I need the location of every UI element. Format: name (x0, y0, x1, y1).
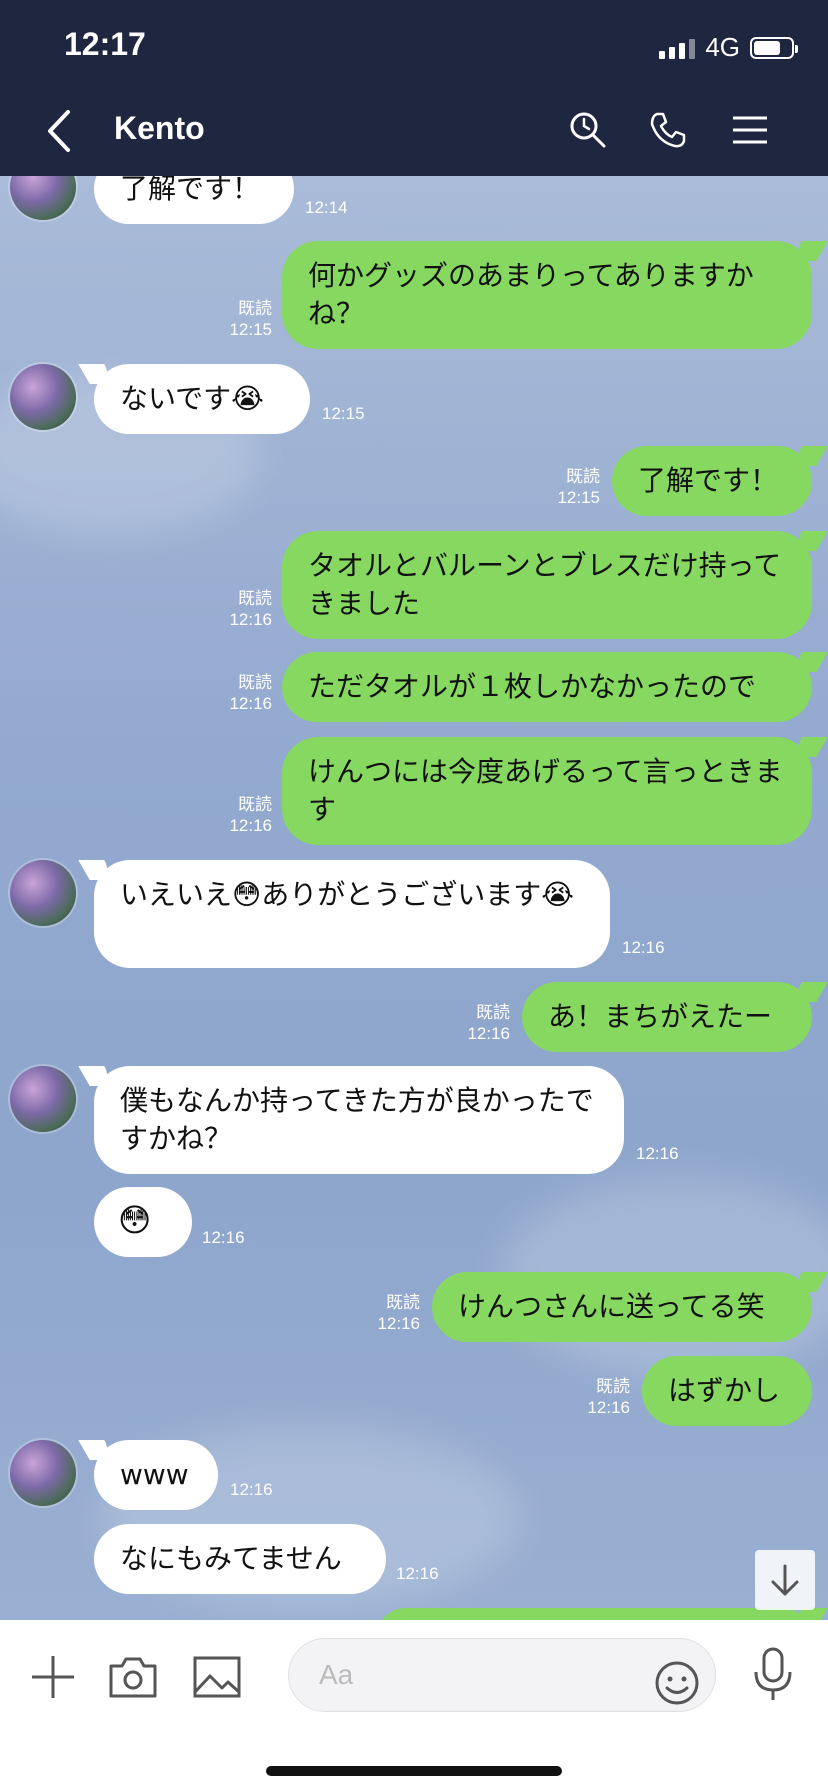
message-bubble-outgoing[interactable]: あ！まちがえたー (522, 982, 812, 1052)
message-time: 12:15 (557, 488, 600, 507)
message-meta: 既読 12:16 (377, 1292, 420, 1334)
message-bubble-outgoing[interactable]: はずかし (642, 1356, 812, 1426)
message-bubble-incoming[interactable]: 僕もなんか持ってきた方が良かったですかね？ (94, 1066, 624, 1174)
input-bar: Aa (0, 1620, 828, 1792)
message-meta: 既読 12:15 (557, 466, 600, 508)
avatar[interactable] (10, 1066, 76, 1132)
read-receipt: 既読 (238, 795, 272, 814)
message-bubble-incoming[interactable]: 了解です！ (94, 176, 294, 224)
camera-icon[interactable] (108, 1652, 158, 1702)
read-receipt: 既読 (238, 589, 272, 608)
signal-icon (659, 37, 696, 59)
network-type: 4G (705, 32, 740, 62)
avatar[interactable] (10, 1440, 76, 1506)
back-icon[interactable] (44, 108, 72, 154)
message-bubble-outgoing[interactable]: タオルとバルーンとブレスだけ持ってきました (282, 531, 812, 639)
chat-area[interactable]: 了解です！ 12:14 既読 12:15 何かグッズのあまりってありますかね？ な… (0, 176, 828, 1620)
message-text: www (120, 1458, 189, 1491)
message-bubble-outgoing[interactable]: けんつさんに送ってる笑 (432, 1272, 812, 1342)
message-bubble-outgoing[interactable]: 何かグッズのあまりってありますかね？ (282, 241, 812, 349)
chat-title: Kento (114, 110, 205, 146)
message-text: 😳 (118, 1201, 152, 1239)
message-bubble-incoming[interactable]: なにもみてません (94, 1524, 386, 1594)
message-time: 12:16 (622, 938, 665, 957)
message-time: 12:16 (229, 816, 272, 835)
message-text: けんつさんに送ってる笑 (458, 1290, 765, 1323)
message-time: 12:16 (396, 1564, 439, 1583)
image-icon[interactable] (192, 1652, 242, 1702)
message-text: けんつには今度あげるって言っときます (308, 755, 783, 826)
message-text: いえいえ😳ありがとうございます😭 (120, 878, 574, 911)
home-indicator (266, 1766, 562, 1776)
message-text: 了解です！ (638, 464, 779, 497)
message-time: 12:16 (636, 1144, 679, 1163)
message-text: ないです😭 (120, 382, 264, 415)
message-text: 僕もなんか持ってきた方が良かったですかね？ (120, 1084, 594, 1155)
message-bubble-outgoing[interactable]: けんつには今度あげるって言っときます (282, 737, 812, 845)
search-icon[interactable] (568, 110, 608, 150)
message-time: 12:16 (587, 1398, 630, 1417)
message-meta: 既読 12:16 (587, 1376, 630, 1418)
read-receipt: 既読 (566, 467, 600, 486)
chat-header: 12:17 4G Kento (0, 0, 828, 176)
read-receipt: 既読 (476, 1003, 510, 1022)
message-text: なにもみてません (120, 1542, 342, 1575)
read-receipt: 既読 (596, 1377, 630, 1396)
message-text: タオルとバルーンとブレスだけ持ってきました (308, 549, 782, 620)
message-bubble-outgoing[interactable]: ただタオルが１枚しかなかったので (282, 652, 812, 722)
message-text: 了解です！ (120, 176, 261, 205)
message-meta: 既読 12:16 (229, 794, 272, 836)
message-time: 12:16 (229, 694, 272, 713)
status-indicators: 4G (659, 32, 798, 63)
message-time: 12:15 (229, 320, 272, 339)
plus-icon[interactable] (28, 1652, 78, 1702)
read-receipt: 既読 (238, 673, 272, 692)
status-time: 12:17 (64, 26, 146, 62)
avatar[interactable] (10, 364, 76, 430)
avatar[interactable] (10, 176, 76, 220)
read-receipt: 既読 (386, 1293, 420, 1312)
message-bubble-incoming[interactable]: いえいえ😳ありがとうございます😭 (94, 860, 610, 968)
message-bubble-outgoing[interactable]: 了解です！ (612, 446, 812, 516)
scroll-to-bottom-button[interactable] (755, 1550, 815, 1610)
message-text: はずかし (668, 1374, 781, 1407)
message-bubble-incoming[interactable]: 😳 (94, 1187, 192, 1257)
message-meta: 既読 12:16 (229, 672, 272, 714)
message-time: 12:16 (202, 1228, 245, 1247)
message-bubble-outgoing[interactable] (376, 1608, 812, 1620)
message-bubble-incoming[interactable]: www (94, 1440, 218, 1510)
message-text: ただタオルが１枚しかなかったので (308, 670, 757, 703)
scroll-down-icon (771, 1564, 799, 1596)
message-time: 12:16 (467, 1024, 510, 1043)
message-text: 何かグッズのあまりってありますかね？ (308, 259, 754, 330)
emoji-icon[interactable] (654, 1660, 700, 1706)
read-receipt: 既読 (238, 299, 272, 318)
microphone-icon[interactable] (750, 1646, 796, 1702)
message-input[interactable]: Aa (288, 1638, 716, 1712)
message-time: 12:14 (305, 198, 348, 217)
message-time: 12:15 (322, 404, 365, 423)
message-bubble-incoming[interactable]: ないです😭 (94, 364, 310, 434)
message-meta: 既読 12:16 (229, 588, 272, 630)
avatar[interactable] (10, 860, 76, 926)
phone-icon[interactable] (648, 110, 688, 150)
menu-icon[interactable] (730, 110, 770, 150)
message-time: 12:16 (377, 1314, 420, 1333)
message-time: 12:16 (230, 1480, 273, 1499)
message-meta: 既読 12:16 (467, 1002, 510, 1044)
battery-icon (750, 36, 798, 59)
message-time: 12:16 (229, 610, 272, 629)
message-text: あ！まちがえたー (548, 1000, 773, 1033)
message-meta: 既読 12:15 (229, 298, 272, 340)
